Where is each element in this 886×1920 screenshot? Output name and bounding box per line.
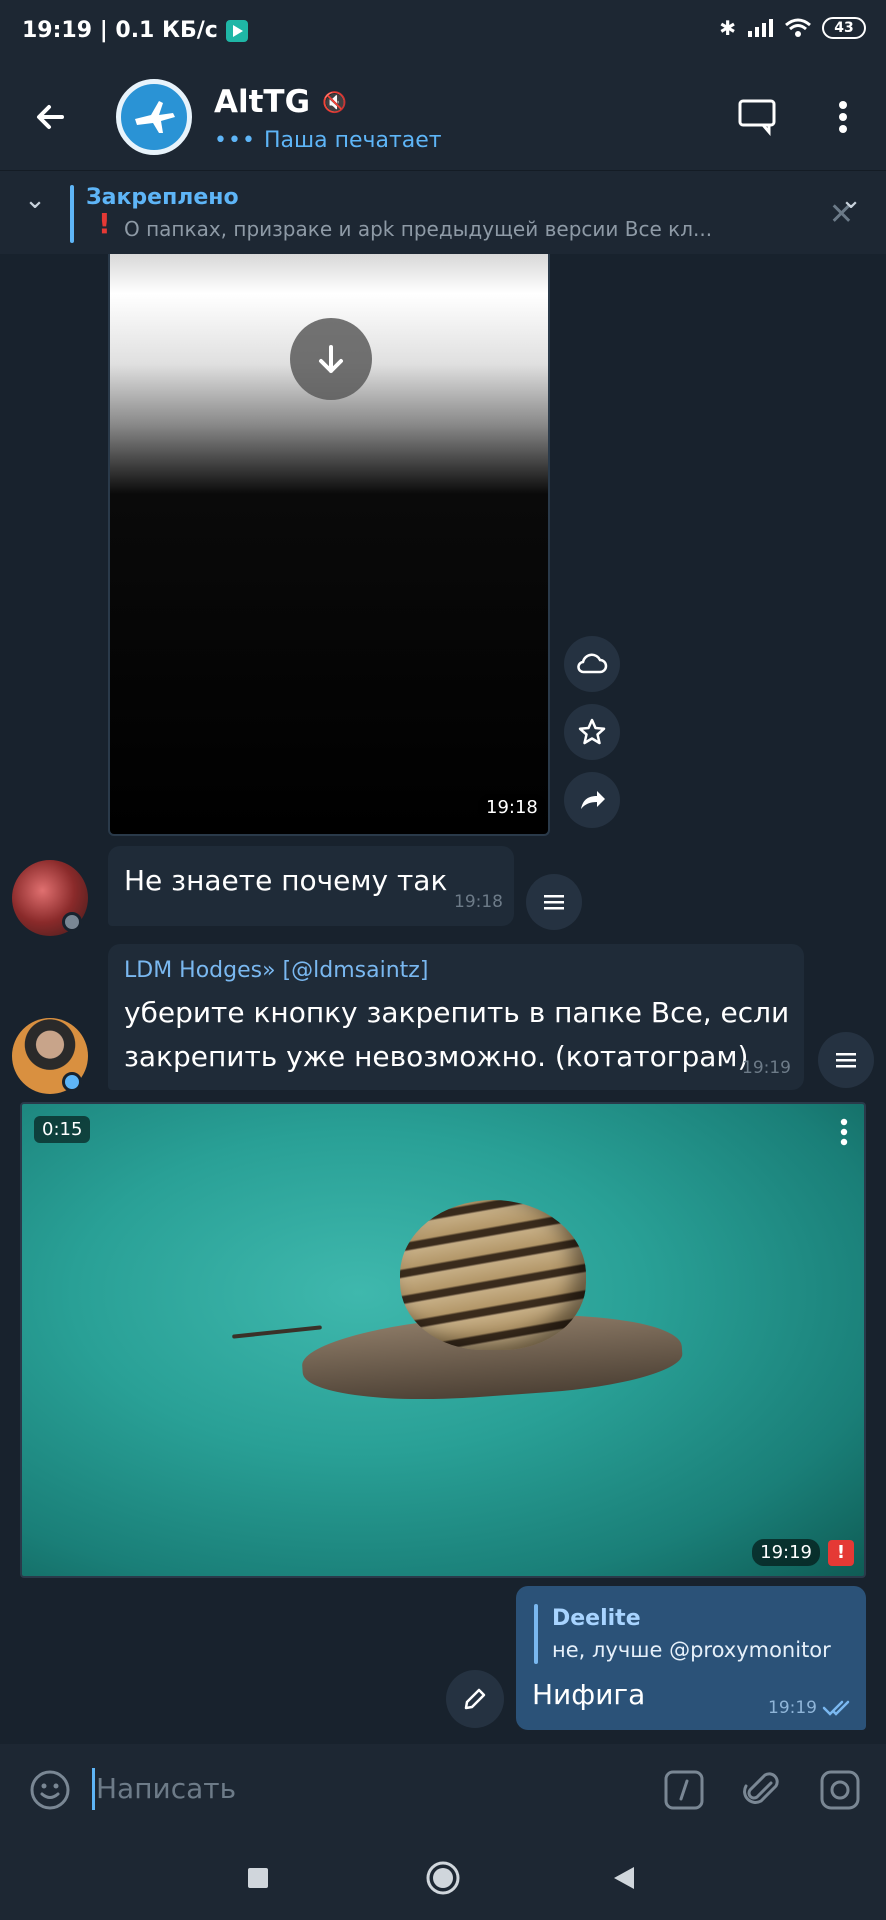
reply-text: не, лучше @proxymonitor — [552, 1638, 831, 1662]
typing-status: ••• Паша печатает — [214, 128, 442, 153]
star-icon — [578, 718, 606, 745]
share-arrow-icon — [581, 791, 605, 809]
paperclip-icon — [743, 1772, 779, 1804]
discussion-button[interactable] — [734, 94, 780, 140]
pinned-message-bar[interactable]: ⌄ Закреплено ! О папках, призраке и apk … — [0, 170, 886, 254]
message-text: Не знаете почему так — [124, 864, 448, 897]
square-icon — [248, 1868, 268, 1888]
arrow-down-icon — [319, 345, 343, 373]
favorite-button[interactable] — [564, 704, 620, 760]
camera-round-icon — [820, 1770, 860, 1810]
back-nav-button[interactable] — [606, 1860, 642, 1896]
chat-title: AltTG — [214, 84, 311, 120]
wifi-icon — [785, 18, 811, 37]
plane-icon — [135, 101, 175, 133]
arrow-left-icon — [37, 105, 64, 129]
online-dot — [62, 1072, 82, 1092]
circle-icon — [426, 1861, 460, 1895]
typing-dots-icon: ••• — [214, 128, 256, 153]
download-button[interactable] — [290, 318, 372, 400]
outgoing-time: 19:19 — [768, 1698, 817, 1718]
status-bar: 19:19 | 0.1 КБ/с ✱ 43 — [0, 0, 886, 66]
cloud-icon — [577, 653, 608, 674]
battery-indicator: 43 — [822, 17, 866, 39]
message-input-bar: Написать — [0, 1744, 886, 1836]
share-button[interactable] — [564, 772, 620, 828]
reply-indicator — [534, 1604, 538, 1664]
menu-lines-icon — [544, 895, 564, 910]
muted-icon: 🔇 — [322, 90, 347, 114]
message-menu-button-1[interactable] — [526, 874, 582, 930]
comments-icon — [738, 99, 776, 136]
snail-shell — [400, 1200, 586, 1350]
video-message-1[interactable]: 19:18 — [108, 254, 550, 836]
message-menu-button-2[interactable] — [818, 1032, 874, 1088]
snail-antenna — [232, 1325, 322, 1339]
more-vertical-icon — [840, 1118, 848, 1146]
message-bubble-2[interactable]: LDM Hodges» [@ldmsaintz] уберите кнопку … — [108, 944, 804, 1090]
more-vertical-icon — [839, 101, 847, 133]
message-text-line-1: уберите кнопку закрепить в папке Все, ес… — [124, 996, 790, 1029]
chat-title-block[interactable]: AltTG 🔇 — [214, 84, 347, 120]
recents-button[interactable] — [240, 1860, 276, 1896]
video-message-button[interactable] — [816, 1766, 864, 1814]
video-2-time: 19:19 — [752, 1539, 820, 1566]
message-text-line-2: закрепить уже невозможно. (котатограм) — [124, 1040, 749, 1073]
play-store-icon — [225, 19, 248, 42]
chat-avatar[interactable] — [116, 79, 192, 155]
system-nav-bar — [0, 1836, 886, 1920]
menu-lines-icon — [836, 1053, 856, 1068]
message-bubble-1[interactable]: Не знаете почему так 19:18 — [108, 846, 514, 926]
bot-commands-button[interactable] — [660, 1766, 708, 1814]
bluetooth-icon: ✱ — [719, 16, 736, 40]
reply-author[interactable]: Deelite — [552, 1606, 641, 1631]
video-more-icon[interactable] — [840, 1118, 848, 1150]
message-list[interactable]: 19:18 Не знаете почему так 19:18 LDM Hod… — [0, 254, 886, 1744]
signal-icon — [748, 19, 773, 37]
pencil-icon — [464, 1688, 486, 1710]
video-2-status: 19:19 ! — [752, 1539, 854, 1566]
double-check-icon — [822, 1700, 850, 1716]
home-button[interactable] — [425, 1860, 461, 1896]
triangle-back-icon — [614, 1867, 634, 1889]
forward-source[interactable]: LDM Hodges» [@ldmsaintz] — [124, 958, 428, 983]
text-caret — [92, 1768, 95, 1810]
video-message-2[interactable]: 0:15 19:19 ! — [20, 1102, 866, 1578]
video-1-time: 19:18 — [478, 794, 546, 821]
save-cloud-button[interactable] — [564, 636, 620, 692]
exclamation-icon: ! — [98, 207, 111, 240]
typing-status-text: Паша печатает — [263, 128, 442, 153]
message-input[interactable]: Написать — [96, 1772, 236, 1805]
chevron-double-down-right-icon[interactable]: ⌄ — [836, 183, 866, 217]
message-time: 19:19 — [742, 1058, 791, 1078]
attach-button[interactable] — [738, 1766, 786, 1814]
chat-header: AltTG 🔇 ••• Паша печатает — [0, 66, 886, 170]
pinned-indicator — [70, 185, 74, 243]
emoji-button[interactable] — [26, 1766, 74, 1814]
pinned-text: О папках, призраке и apk предыдущей верс… — [124, 217, 713, 241]
error-icon[interactable]: ! — [828, 1539, 854, 1566]
status-time: 19:19 | 0.1 КБ/с — [22, 18, 218, 43]
more-menu-button[interactable] — [820, 94, 866, 140]
outgoing-message[interactable]: Deelite не, лучше @proxymonitor Нифига 1… — [516, 1586, 866, 1730]
slash-command-icon — [664, 1770, 704, 1810]
chevron-double-down-icon[interactable]: ⌄ — [20, 183, 50, 217]
outgoing-text: Нифига — [532, 1678, 646, 1711]
smile-icon — [30, 1770, 70, 1810]
edit-button[interactable] — [446, 1670, 504, 1728]
status-dot — [62, 912, 82, 932]
video-duration: 0:15 — [34, 1116, 91, 1143]
message-time: 19:18 — [454, 892, 503, 912]
back-button[interactable] — [28, 94, 74, 140]
